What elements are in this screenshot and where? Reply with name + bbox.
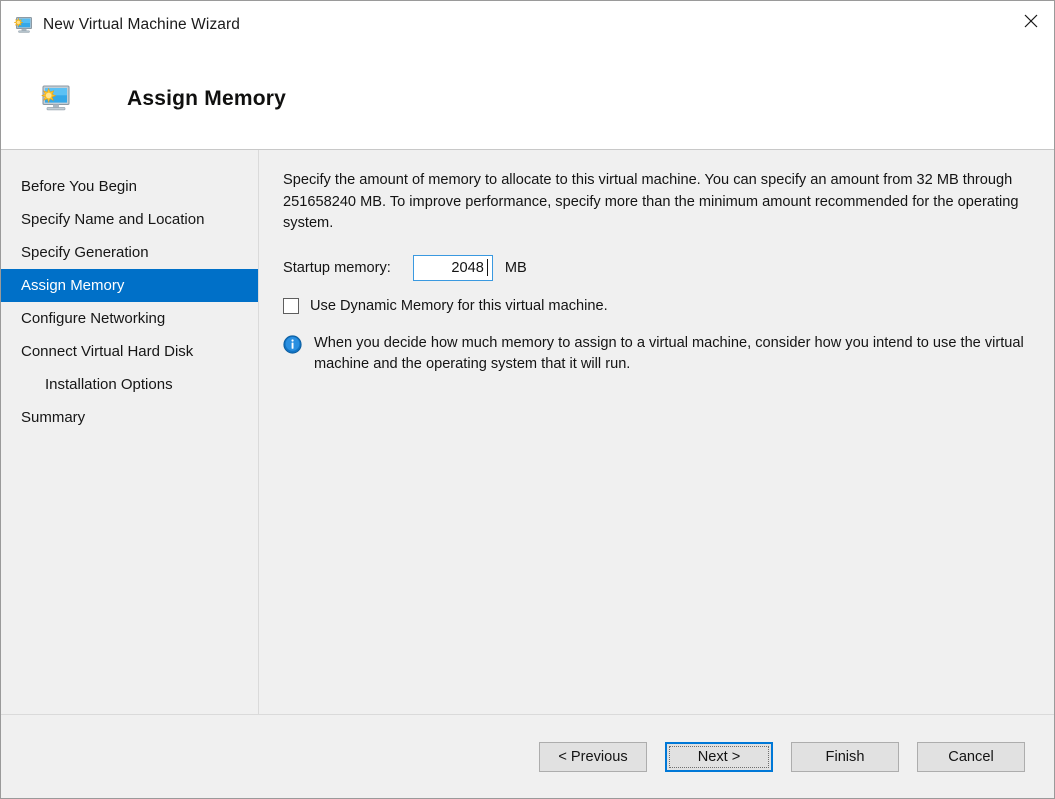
info-icon <box>283 335 302 354</box>
finish-button[interactable]: Finish <box>791 742 899 772</box>
page-title: Assign Memory <box>127 87 286 111</box>
previous-button[interactable]: < Previous <box>539 742 647 772</box>
use-dynamic-memory-label[interactable]: Use Dynamic Memory for this virtual mach… <box>310 298 608 314</box>
info-note-text: When you decide how much memory to assig… <box>314 333 1033 376</box>
wizard-footer: < Previous Next > Finish Cancel <box>1 714 1054 798</box>
wizard-body: Before You Begin Specify Name and Locati… <box>1 150 1054 714</box>
startup-memory-label: Startup memory: <box>283 260 391 276</box>
new-virtual-machine-wizard-window: New Virtual Machine Wizard Assign Memory <box>0 0 1055 799</box>
sidebar-item-installation-options[interactable]: Installation Options <box>1 368 258 401</box>
dynamic-memory-row: Use Dynamic Memory for this virtual mach… <box>283 298 1054 314</box>
wizard-step-list: Before You Begin Specify Name and Locati… <box>1 150 259 714</box>
page-header: Assign Memory <box>1 49 1054 150</box>
wizard-content: Specify the amount of memory to allocate… <box>259 150 1054 714</box>
close-icon[interactable] <box>1008 1 1054 41</box>
cancel-button[interactable]: Cancel <box>917 742 1025 772</box>
title-bar: New Virtual Machine Wizard <box>1 1 1054 49</box>
info-note: When you decide how much memory to assig… <box>283 333 1033 376</box>
sidebar-item-before-you-begin[interactable]: Before You Begin <box>1 170 258 203</box>
sidebar-item-specify-name-and-location[interactable]: Specify Name and Location <box>1 203 258 236</box>
next-button[interactable]: Next > <box>665 742 773 772</box>
text-caret <box>487 259 488 276</box>
virtual-machine-monitor-icon <box>13 15 33 35</box>
sidebar-item-summary[interactable]: Summary <box>1 401 258 434</box>
virtual-machine-monitor-icon <box>40 84 72 114</box>
sidebar-item-assign-memory[interactable]: Assign Memory <box>1 269 258 302</box>
startup-memory-input[interactable] <box>413 255 493 281</box>
use-dynamic-memory-checkbox[interactable] <box>283 298 299 314</box>
description-text: Specify the amount of memory to allocate… <box>283 170 1025 235</box>
sidebar-item-connect-virtual-hard-disk[interactable]: Connect Virtual Hard Disk <box>1 335 258 368</box>
sidebar-item-specify-generation[interactable]: Specify Generation <box>1 236 258 269</box>
startup-memory-input-wrapper <box>413 255 493 281</box>
focus-ring <box>669 746 769 768</box>
window-title: New Virtual Machine Wizard <box>43 16 240 34</box>
sidebar-item-configure-networking[interactable]: Configure Networking <box>1 302 258 335</box>
startup-memory-unit: MB <box>505 260 527 276</box>
startup-memory-row: Startup memory: MB <box>283 255 1054 281</box>
